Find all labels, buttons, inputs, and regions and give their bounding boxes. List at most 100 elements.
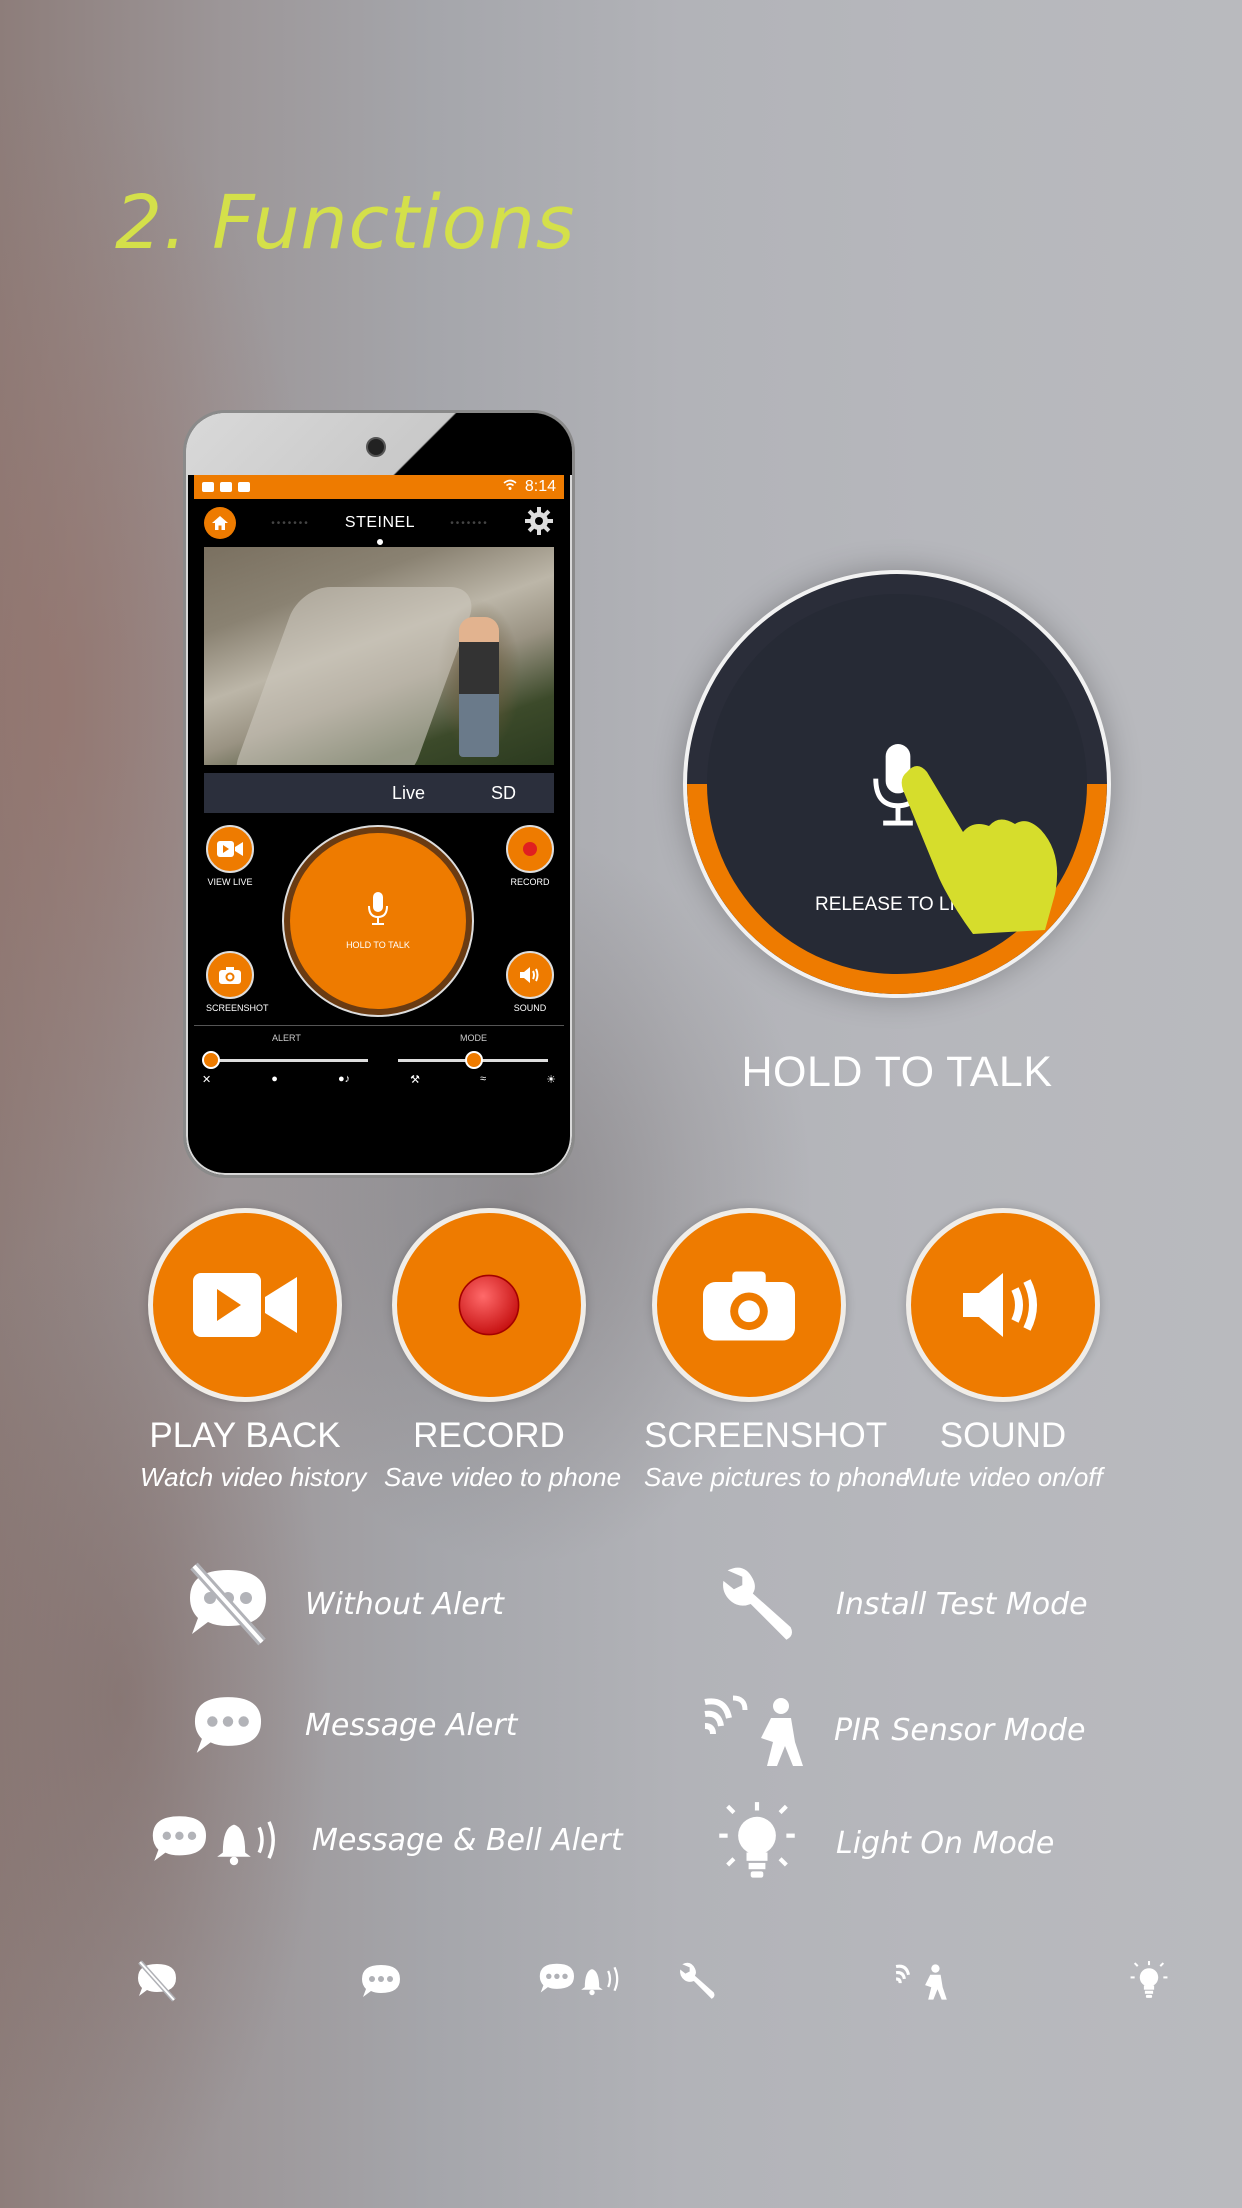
home-icon: [212, 516, 228, 530]
record-icon: [458, 1274, 520, 1336]
phone-mockup: 8:14 ••••••• STEINEL ••••••• Live SD VIE…: [183, 410, 575, 1178]
record-icon: [523, 842, 537, 856]
page-indicator-dots: •••••••: [450, 517, 489, 529]
phone-screen: 8:14 ••••••• STEINEL ••••••• Live SD VIE…: [194, 475, 564, 1095]
alert-slider-knob[interactable]: [202, 1051, 220, 1069]
feature-record: RECORD Save video to phone: [384, 1208, 622, 1493]
legend-label: Light On Mode: [836, 1825, 1055, 1861]
speaker-icon: [963, 1273, 1037, 1337]
page-title: 2. Functions: [115, 180, 576, 266]
pir-sensor-icon: [895, 1964, 947, 2000]
camera-icon: [219, 966, 241, 984]
mode-slider-knob[interactable]: [465, 1051, 483, 1069]
phone-bezel-top: [186, 413, 572, 475]
record-button[interactable]: [506, 825, 554, 873]
message-bell-icon: ●♪: [337, 1073, 351, 1085]
hold-to-talk-label: HOLD TO TALK: [346, 940, 410, 950]
gear-icon: [524, 506, 553, 535]
light-bulb-icon: ☀: [546, 1074, 556, 1086]
tab-live[interactable]: Live: [392, 783, 425, 804]
sound-label: SOUND: [513, 1003, 547, 1013]
pointing-finger-icon: [901, 766, 1058, 934]
sound-button[interactable]: [906, 1208, 1100, 1402]
no-alert-icon: ✕: [202, 1074, 212, 1086]
video-scene-person: [459, 617, 499, 757]
talk-button-zoom: RELEASE TO LIST: [683, 570, 1111, 998]
legend-without-alert: Without Alert: [163, 1562, 504, 1646]
front-camera: [366, 437, 386, 457]
legend-label: PIR Sensor Mode: [834, 1712, 1086, 1748]
screenshot-button[interactable]: [652, 1208, 846, 1402]
legend-label: Without Alert: [305, 1586, 504, 1622]
status-time: 8:14: [524, 478, 556, 495]
pir-sensor-icon: [704, 1695, 803, 1766]
hold-to-talk-button[interactable]: HOLD TO TALK: [282, 825, 474, 1017]
settings-button[interactable]: [524, 506, 554, 541]
sound-button[interactable]: [506, 951, 554, 999]
divider: [194, 1025, 564, 1026]
message-icon: ●: [271, 1073, 278, 1085]
notification-icon: [220, 482, 232, 492]
wifi-icon: [503, 478, 517, 496]
mode-slider-label: MODE: [460, 1033, 487, 1043]
video-scene-path: [227, 587, 481, 765]
feature-sound: SOUND Mute video on/off: [898, 1208, 1108, 1493]
home-button[interactable]: [204, 507, 236, 539]
light-bulb-icon: [1130, 1961, 1168, 1998]
tab-sd[interactable]: SD: [491, 783, 516, 804]
feature-screenshot: SCREENSHOT Save pictures to phone: [644, 1208, 910, 1493]
feature-description: Watch video history: [140, 1462, 367, 1492]
message-icon: [194, 1697, 262, 1753]
active-page-dot: [377, 539, 383, 545]
alert-slider-track[interactable]: [208, 1059, 368, 1062]
legend-install-test-mode: Install Test Mode: [692, 1562, 1088, 1646]
pir-sensor-icon: ≈: [480, 1073, 487, 1085]
video-camera-icon: [217, 841, 243, 857]
legend-label: Message Alert: [305, 1707, 518, 1743]
view-live-label: VIEW LIVE: [207, 877, 253, 887]
legend-message-bell-alert: Message & Bell Alert: [140, 1810, 623, 1870]
no-alert-icon: [138, 1960, 176, 2002]
feature-name: PLAY BACK: [149, 1416, 341, 1455]
microphone-icon: [368, 892, 388, 925]
notification-icon: [238, 482, 250, 492]
screenshot-button[interactable]: [206, 951, 254, 999]
record-button[interactable]: [392, 1208, 586, 1402]
video-camera-icon: [193, 1273, 297, 1337]
status-bar: 8:14: [194, 475, 564, 499]
view-tabs: Live SD: [204, 773, 554, 813]
feature-play-back: PLAY BACK Watch video history: [140, 1208, 367, 1493]
record-label: RECORD: [510, 877, 550, 887]
screenshot-control[interactable]: SCREENSHOT: [206, 951, 269, 1013]
legend-label: Message & Bell Alert: [312, 1822, 623, 1858]
record-control[interactable]: RECORD: [506, 825, 554, 887]
sound-control[interactable]: SOUND: [506, 951, 554, 1013]
message-bell-icon: [152, 1816, 275, 1866]
feature-description: Save pictures to phone: [644, 1462, 910, 1492]
legend-label: Install Test Mode: [836, 1586, 1088, 1622]
feature-name: SCREENSHOT: [644, 1416, 888, 1455]
feature-description: Mute video on/off: [903, 1462, 1103, 1492]
hold-to-talk-caption: HOLD TO TALK: [741, 1048, 1053, 1096]
feature-description: Save video to phone: [384, 1462, 622, 1492]
page-indicator-dots: •••••••: [271, 517, 310, 529]
legend-pir-sensor-mode: PIR Sensor Mode: [692, 1690, 1085, 1770]
legend-light-on-mode: Light On Mode: [692, 1800, 1054, 1886]
wrench-icon: [723, 1567, 792, 1640]
notification-icon: [202, 482, 214, 492]
feature-name: SOUND: [939, 1416, 1067, 1455]
message-icon: [362, 1965, 400, 1997]
app-header: ••••••• STEINEL •••••••: [194, 499, 564, 547]
view-live-button[interactable]: [206, 825, 254, 873]
alert-mode-sliders: ALERT MODE ✕ ● ●♪ ⚒ ≈ ☀: [194, 1033, 564, 1093]
view-live-control[interactable]: VIEW LIVE: [206, 825, 254, 887]
play-back-button[interactable]: [148, 1208, 342, 1402]
message-bell-icon: [539, 1963, 619, 1996]
speaker-icon: [520, 967, 539, 983]
light-bulb-icon: [719, 1802, 795, 1878]
camera-icon: [703, 1271, 795, 1341]
live-video-feed[interactable]: [204, 547, 554, 765]
app-name: STEINEL: [344, 514, 416, 531]
no-alert-icon: [190, 1562, 266, 1646]
wrench-icon: [680, 1962, 715, 1999]
